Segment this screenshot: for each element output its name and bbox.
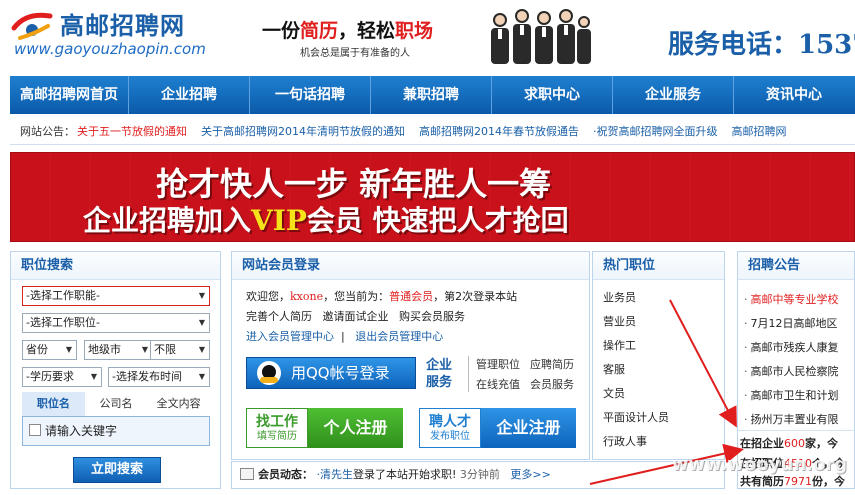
username: kxone	[290, 290, 324, 303]
qq-login-button[interactable]: 用QQ帐号登录	[246, 357, 416, 389]
hot-job-item[interactable]: 平面设计人员	[603, 409, 669, 425]
keyword-input[interactable]: 请输入关键字	[22, 416, 210, 446]
province-select[interactable]: 省份	[22, 340, 77, 360]
hot-job-item[interactable]: 操作工	[603, 337, 636, 353]
site-url: www.gaoyouzhaopin.com	[14, 40, 206, 58]
job-function-select[interactable]: -选择工作职能-	[22, 286, 210, 306]
invite-interview-link[interactable]: 邀请面试企业	[323, 310, 389, 323]
notice-link[interactable]: 高邮招聘网	[732, 123, 787, 139]
member-service-link[interactable]: 会员服务	[530, 376, 574, 392]
welcome-line: 欢迎您，kxone，您当前为：普通会员，第2次登录本站	[246, 290, 518, 303]
qq-penguin-icon	[257, 361, 281, 385]
tab-job-name[interactable]: 职位名	[22, 392, 85, 416]
promo-banner[interactable]: 抢才快人一步 新年胜人一筹 企业招聘加入VIP会员 快速把人才抢回	[10, 152, 855, 242]
activity-label: 会员动态：	[258, 468, 313, 481]
divider	[738, 430, 854, 431]
business-people-image	[491, 9, 591, 64]
banner-subline: 企业招聘加入VIP会员 快速把人才抢回	[83, 204, 569, 237]
nav-home[interactable]: 高邮招聘网首页	[10, 76, 128, 114]
online-recharge-link[interactable]: 在线充值	[476, 376, 520, 392]
activity-user[interactable]: ·清先生	[317, 468, 354, 481]
hot-job-item[interactable]: 业务员	[603, 289, 636, 305]
activity-text: 登录了本站开始求职!	[353, 468, 457, 481]
nav-business-services[interactable]: 企业服务	[613, 76, 733, 114]
activity-more-link[interactable]: 更多>>	[510, 468, 550, 481]
divider	[468, 356, 469, 392]
hot-job-item[interactable]: 文员	[603, 385, 625, 401]
hot-job-item[interactable]: 客服	[603, 361, 625, 377]
search-type-tabs: 职位名 公司名 全文内容	[22, 392, 210, 416]
search-button[interactable]: 立即搜索	[73, 457, 161, 483]
service-phone: 服务电话：15371	[668, 30, 855, 60]
announcement-item[interactable]: · 扬州万丰置业有限	[744, 411, 839, 427]
nav-part-time[interactable]: 兼职招聘	[371, 76, 491, 114]
notice-label: 网站公告：	[20, 124, 75, 138]
site-notice-bar: 网站公告： 关于五一节放假的通知 关于高邮招聘网2014年清明节放假的通知 高邮…	[10, 117, 855, 145]
education-select[interactable]: -学历要求	[22, 367, 102, 387]
stat-resumes: 共有简历7971份，今	[740, 475, 845, 488]
logo-icon	[11, 12, 53, 40]
job-search-title: 职位搜索	[11, 252, 220, 280]
nav-job-seeker-center[interactable]: 求职中心	[492, 76, 612, 114]
member-level: 普通会员	[389, 290, 434, 303]
business-service-label: 企业服务	[426, 358, 453, 390]
nav-company-jobs[interactable]: 企业招聘	[129, 76, 249, 114]
member-links-row: 完善个人简历 邀请面试企业 购买会员服务	[246, 308, 465, 324]
publish-time-select[interactable]: -选择发布时间	[108, 367, 210, 387]
hot-jobs-title: 热门职位	[593, 252, 724, 280]
complete-resume-link[interactable]: 完善个人简历	[246, 310, 312, 323]
main-nav: 高邮招聘网首页 企业招聘 一句话招聘 兼职招聘 求职中心 企业服务 资讯中心	[10, 76, 855, 114]
exit-member-center-link[interactable]: 退出会员管理中心	[355, 330, 443, 343]
announcement-item[interactable]: · 高邮市人民检察院	[744, 363, 839, 379]
stat-companies: 在招企业600家，今	[740, 437, 838, 450]
member-center-row: 进入会员管理中心 | 退出会员管理中心	[246, 330, 444, 343]
notice-link[interactable]: 关于高邮招聘网2014年清明节放假的通知	[201, 123, 405, 139]
notice-link[interactable]: ·祝贺高邮招聘网全面升级	[593, 123, 718, 139]
notice-link[interactable]: 关于五一节放假的通知	[77, 123, 187, 139]
announcement-item[interactable]: · 高邮中等专业学校	[744, 291, 839, 307]
nav-one-line-jobs[interactable]: 一句话招聘	[250, 76, 370, 114]
hot-job-item[interactable]: 行政人事	[603, 433, 647, 449]
district-select[interactable]: 不限	[150, 340, 210, 360]
watermark: www.wooyun.org	[671, 454, 847, 475]
tab-full-text[interactable]: 全文内容	[147, 392, 210, 416]
nav-news-center[interactable]: 资讯中心	[734, 76, 854, 114]
input-cursor-icon	[29, 424, 41, 436]
slogan-subtitle: 机会总是属于有准备的人	[300, 48, 410, 59]
speaker-icon	[240, 468, 254, 480]
site-logo-text[interactable]: 高邮招聘网	[60, 6, 185, 41]
member-activity-bar: 会员动态： ·清先生登录了本站开始求职! 3分钟前 更多>>	[231, 461, 725, 489]
job-position-select[interactable]: -选择工作职位-	[22, 313, 210, 333]
hot-jobs-panel: 热门职位 业务员 营业员 操作工 客服 文员 平面设计人员 行政人事	[592, 251, 725, 460]
job-search-panel: 职位搜索 -选择工作职能- -选择工作职位- 省份 地级市 不限 -学历要求 -…	[10, 251, 221, 489]
slogan: 一份简历，轻松职场	[262, 20, 434, 42]
manage-jobs-link[interactable]: 管理职位	[476, 356, 520, 372]
notice-link[interactable]: 高邮招聘网2014年春节放假通告	[419, 123, 579, 139]
keyword-placeholder: 请输入关键字	[45, 424, 118, 438]
member-login-panel: 网站会员登录 欢迎您，kxone，您当前为：普通会员，第2次登录本站 完善个人简…	[231, 251, 590, 460]
member-login-title: 网站会员登录	[232, 252, 589, 280]
applications-link[interactable]: 应聘简历	[530, 356, 574, 372]
activity-time: 3分钟前	[459, 468, 500, 481]
announcement-item[interactable]: · 高邮市卫生和计划	[744, 387, 839, 403]
announcement-item[interactable]: · 高邮市残疾人康复	[744, 339, 839, 355]
business-register-button[interactable]: 聘人才 发布职位 企业注册	[419, 408, 576, 448]
announcement-item[interactable]: · 7月12日高邮地区	[744, 315, 838, 331]
buy-membership-link[interactable]: 购买会员服务	[399, 310, 465, 323]
personal-register-button[interactable]: 找工作 填写简历 个人注册	[246, 408, 403, 448]
enter-member-center-link[interactable]: 进入会员管理中心	[246, 330, 334, 343]
tab-company-name[interactable]: 公司名	[85, 392, 148, 416]
hot-job-item[interactable]: 营业员	[603, 313, 636, 329]
announcements-title: 招聘公告	[738, 252, 854, 280]
city-select[interactable]: 地级市	[84, 340, 153, 360]
